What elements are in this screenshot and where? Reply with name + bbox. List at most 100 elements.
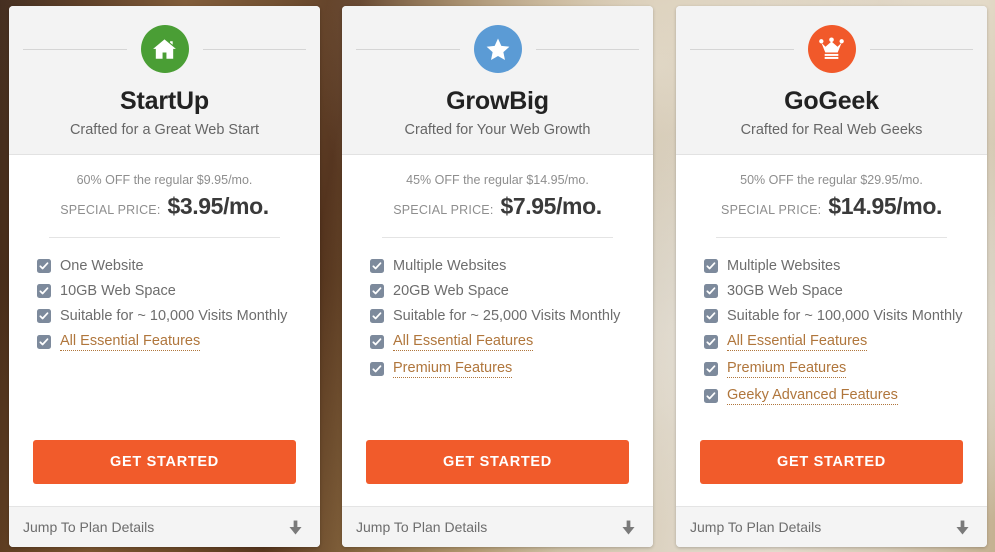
feature-list: Multiple Websites 20GB Web Space Suitable … — [342, 238, 653, 440]
arrow-down-icon[interactable] — [956, 520, 969, 535]
home-icon — [140, 25, 189, 73]
crown-icon — [807, 25, 856, 73]
price-block: 60% OFF the regular $9.95/mo. SPECIAL PRI… — [9, 155, 320, 238]
special-price-label: SPECIAL PRICE: — [721, 203, 822, 217]
feature-item: Multiple Websites — [370, 258, 653, 274]
pricing-card-startup: StartUp Crafted for a Great Web Start 60% … — [9, 6, 320, 547]
feature-item[interactable]: All Essential Features — [370, 333, 653, 351]
check-icon — [704, 284, 718, 298]
jump-to-plan-details-bar[interactable]: Jump To Plan Details — [342, 506, 653, 547]
feature-list: One Website 10GB Web Space Suitable for ~ … — [9, 238, 320, 440]
regular-price-note: 60% OFF the regular $9.95/mo. — [76, 173, 253, 187]
pricing-plans-container: StartUp Crafted for a Great Web Start 60% … — [0, 0, 995, 552]
feature-label: Multiple Websites — [727, 258, 841, 274]
feature-label[interactable]: All Essential Features — [727, 333, 868, 351]
special-price-row: SPECIAL PRICE: $7.95/mo. — [356, 193, 639, 220]
get-started-button[interactable]: Get Started — [700, 440, 963, 484]
feature-label: 20GB Web Space — [393, 283, 509, 299]
header-rule-left — [690, 48, 794, 50]
feature-item[interactable]: All Essential Features — [704, 333, 987, 351]
special-price-label: SPECIAL PRICE: — [60, 203, 161, 217]
feature-label: Suitable for ~ 25,000 Visits Monthly — [393, 308, 621, 324]
check-icon — [704, 309, 718, 323]
plan-icon-row — [690, 23, 973, 75]
header-rule-left — [23, 48, 127, 50]
feature-label: 10GB Web Space — [60, 283, 176, 299]
check-icon — [370, 335, 384, 349]
plan-tagline: Crafted for Real Web Geeks — [740, 122, 923, 138]
special-price-label: SPECIAL PRICE: — [393, 203, 494, 217]
jump-to-plan-details-bar[interactable]: Jump To Plan Details — [676, 506, 987, 547]
feature-item: One Website — [37, 258, 320, 274]
special-price-value: $14.95/mo. — [828, 193, 942, 219]
plan-icon-row — [23, 23, 306, 75]
feature-label: Suitable for ~ 10,000 Visits Monthly — [60, 308, 288, 324]
check-icon — [704, 335, 718, 349]
check-icon — [704, 389, 718, 403]
feature-item: 10GB Web Space — [37, 283, 320, 299]
price-block: 50% OFF the regular $29.95/mo. SPECIAL PR… — [676, 155, 987, 238]
feature-item: 30GB Web Space — [704, 283, 987, 299]
plan-tagline: Crafted for a Great Web Start — [69, 122, 260, 138]
plan-icon-row — [356, 23, 639, 75]
special-price-value: $7.95/mo. — [500, 193, 603, 219]
plan-name: GoGeek — [784, 87, 879, 115]
get-started-button[interactable]: Get Started — [33, 440, 296, 484]
arrow-down-icon[interactable] — [622, 520, 635, 535]
jump-to-plan-details-label: Jump To Plan Details — [690, 519, 822, 535]
check-icon — [370, 259, 384, 273]
feature-label[interactable]: All Essential Features — [60, 333, 201, 351]
card-header: GrowBig Crafted for Your Web Growth — [342, 6, 653, 155]
check-icon — [704, 362, 718, 376]
feature-item[interactable]: All Essential Features — [37, 333, 320, 351]
special-price-row: SPECIAL PRICE: $3.95/mo. — [23, 193, 306, 220]
feature-label[interactable]: Premium Features — [727, 360, 847, 378]
feature-item[interactable]: Geeky Advanced Features — [704, 387, 987, 405]
cta-wrapper: Get Started — [676, 440, 987, 506]
feature-item: Suitable for ~ 100,000 Visits Monthly — [704, 308, 987, 324]
feature-item: 20GB Web Space — [370, 283, 653, 299]
price-block: 45% OFF the regular $14.95/mo. SPECIAL PR… — [342, 155, 653, 238]
feature-label: Multiple Websites — [393, 258, 507, 274]
pricing-card-growbig: GrowBig Crafted for Your Web Growth 45% OF… — [342, 6, 653, 547]
special-price-value: $3.95/mo. — [167, 193, 270, 219]
arrow-down-icon[interactable] — [289, 520, 302, 535]
jump-to-plan-details-label: Jump To Plan Details — [23, 519, 155, 535]
feature-item[interactable]: Premium Features — [704, 360, 987, 378]
feature-label: One Website — [60, 258, 144, 274]
cta-wrapper: Get Started — [342, 440, 653, 506]
regular-price-note: 50% OFF the regular $29.95/mo. — [740, 173, 923, 187]
check-icon — [704, 259, 718, 273]
plan-tagline: Crafted for Your Web Growth — [404, 122, 591, 138]
header-rule-right — [869, 48, 973, 50]
feature-label[interactable]: Premium Features — [393, 360, 513, 378]
jump-to-plan-details-bar[interactable]: Jump To Plan Details — [9, 506, 320, 547]
cta-wrapper: Get Started — [9, 440, 320, 506]
plan-name: StartUp — [120, 87, 209, 115]
plan-name: GrowBig — [446, 87, 549, 115]
check-icon — [37, 335, 51, 349]
card-header: GoGeek Crafted for Real Web Geeks — [676, 6, 987, 155]
star-icon — [473, 25, 522, 73]
header-rule-left — [356, 48, 460, 50]
feature-label[interactable]: All Essential Features — [393, 333, 534, 351]
header-rule-right — [535, 48, 639, 50]
special-price-row: SPECIAL PRICE: $14.95/mo. — [690, 193, 973, 220]
feature-label: Suitable for ~ 100,000 Visits Monthly — [727, 308, 963, 324]
header-rule-right — [202, 48, 306, 50]
feature-item: Suitable for ~ 25,000 Visits Monthly — [370, 308, 653, 324]
check-icon — [37, 259, 51, 273]
feature-label: 30GB Web Space — [727, 283, 843, 299]
jump-to-plan-details-label: Jump To Plan Details — [356, 519, 488, 535]
regular-price-note: 45% OFF the regular $14.95/mo. — [406, 173, 589, 187]
feature-item[interactable]: Premium Features — [370, 360, 653, 378]
get-started-button[interactable]: Get Started — [366, 440, 629, 484]
feature-item: Multiple Websites — [704, 258, 987, 274]
feature-label[interactable]: Geeky Advanced Features — [727, 387, 898, 405]
pricing-card-gogeek: GoGeek Crafted for Real Web Geeks 50% OFF … — [676, 6, 987, 547]
check-icon — [370, 284, 384, 298]
check-icon — [37, 284, 51, 298]
check-icon — [37, 309, 51, 323]
check-icon — [370, 362, 384, 376]
feature-list: Multiple Websites 30GB Web Space Suitable … — [676, 238, 987, 440]
